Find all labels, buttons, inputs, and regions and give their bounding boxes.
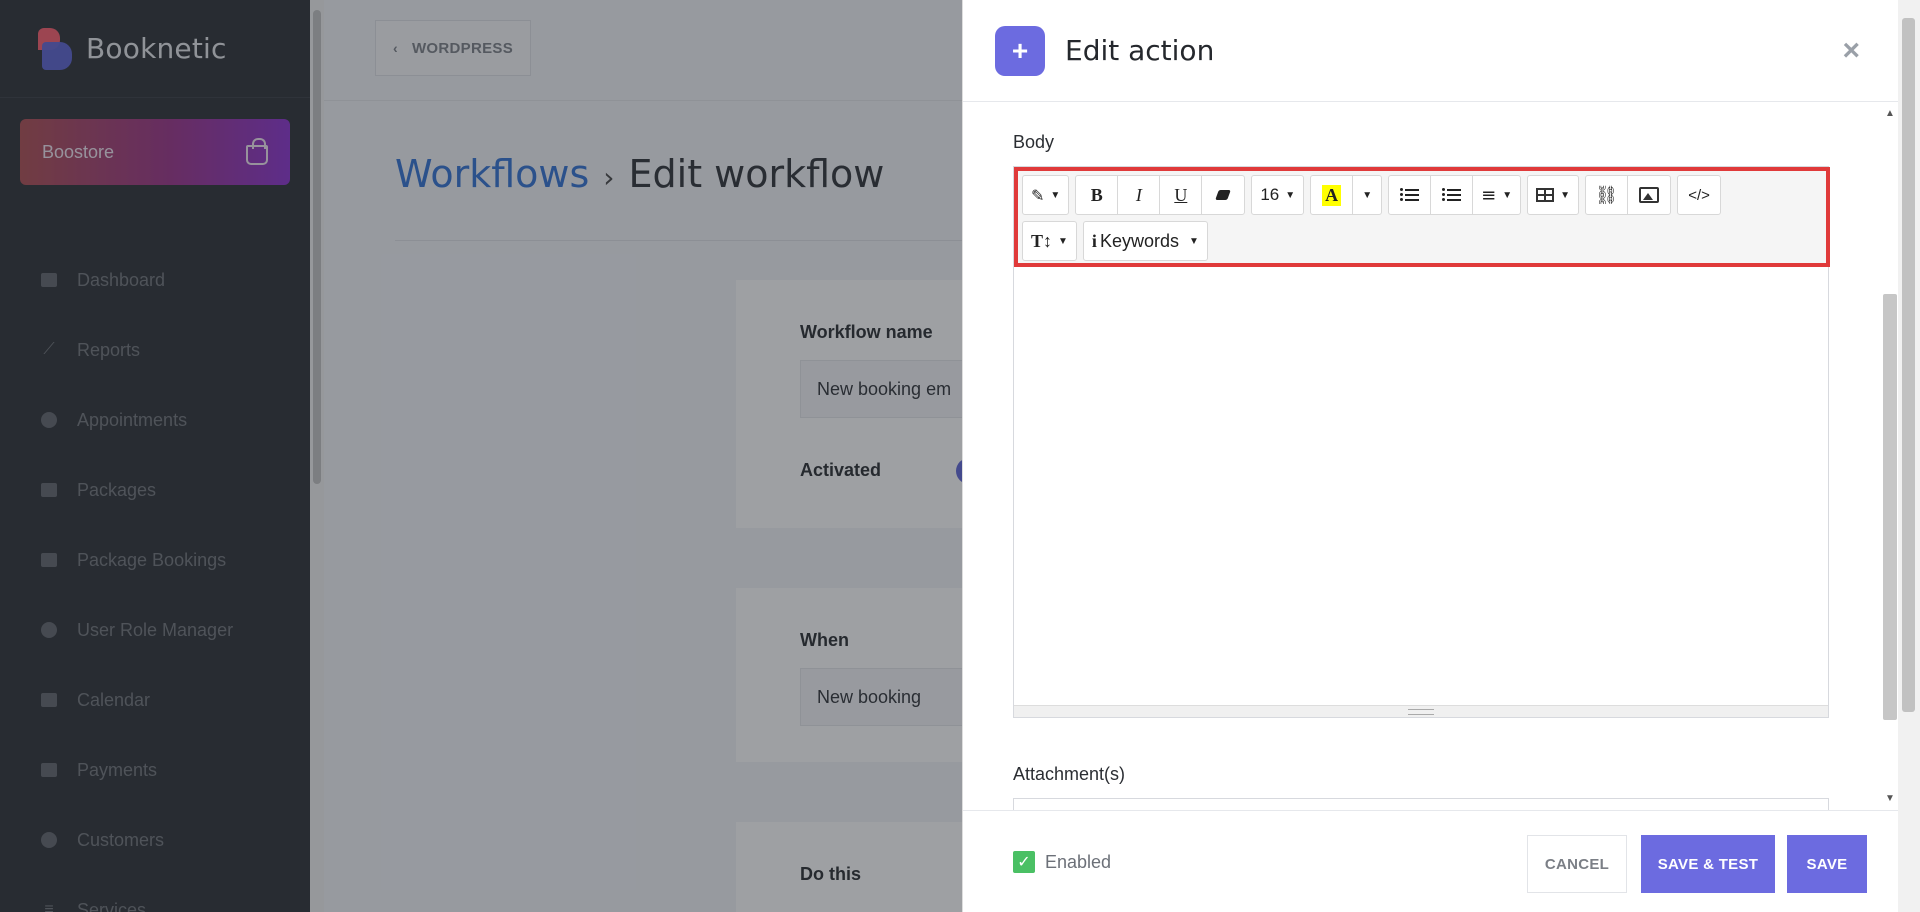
editor-resize-handle[interactable] (1014, 705, 1828, 717)
link-icon: ⛓ (1595, 184, 1618, 206)
keywords-group: i Keywords ▼ (1082, 221, 1208, 261)
underline-icon: U (1174, 184, 1188, 205)
enabled-label: Enabled (1045, 852, 1112, 872)
unordered-list-button[interactable] (1389, 176, 1432, 214)
underline-button[interactable]: U (1160, 176, 1203, 214)
panel-header: + Edit action × (963, 0, 1920, 102)
color-group: A ▼ (1310, 175, 1383, 215)
scrollbar-thumb[interactable] (1902, 18, 1915, 712)
image-button[interactable] (1628, 176, 1670, 214)
panel-title: Edit action (1065, 34, 1215, 67)
align-dropdown[interactable]: ≡ ▼ (1473, 176, 1520, 214)
rich-text-editor: ✎ ▼ B I U 16 ▼ A ▼ ≡ ▼ ▼ ⛓ </> T↕ ▼ i Ke… (1013, 166, 1830, 718)
editor-toolbar: ✎ ▼ B I U 16 ▼ A ▼ ≡ ▼ ▼ ⛓ </> T↕ ▼ i Ke… (1014, 167, 1830, 267)
clear-format-button[interactable] (1202, 176, 1244, 214)
caret-down-icon: ▼ (1058, 235, 1068, 247)
code-group: </> (1677, 175, 1722, 215)
eraser-icon (1215, 190, 1232, 200)
caret-down-icon: ▼ (1285, 189, 1296, 201)
text-height-icon: T↕ (1031, 230, 1053, 251)
enabled-checkbox[interactable]: ✓ (1013, 851, 1035, 873)
table-group: ▼ (1527, 175, 1580, 215)
bullet-list-icon (1399, 186, 1419, 204)
italic-button[interactable]: I (1118, 176, 1161, 214)
scrollbar-thumb[interactable] (1883, 294, 1897, 720)
caret-down-icon: ▼ (1050, 189, 1061, 201)
style-group: ✎ ▼ (1022, 175, 1070, 215)
page-scrollbar[interactable] (1898, 0, 1920, 912)
bold-icon: B (1090, 184, 1103, 205)
code-icon: </> (1688, 186, 1710, 204)
highlight-a-icon: A (1322, 184, 1342, 206)
table-icon (1536, 188, 1555, 202)
save-button[interactable]: SAVE (1787, 835, 1867, 893)
font-size-group: 16 ▼ (1251, 175, 1305, 215)
caret-down-icon: ▼ (1188, 235, 1199, 247)
scroll-down-icon[interactable]: ▼ (1885, 793, 1895, 804)
plus-icon: + (995, 25, 1045, 76)
scroll-up-icon[interactable]: ▲ (1885, 108, 1895, 119)
cancel-button[interactable]: CANCEL (1527, 835, 1627, 893)
insert-group: ⛓ (1585, 175, 1672, 215)
ordered-list-button[interactable] (1431, 176, 1474, 214)
text-height-dropdown[interactable]: T↕ ▼ (1023, 222, 1076, 260)
link-button[interactable]: ⛓ (1586, 176, 1629, 214)
image-icon (1639, 187, 1660, 203)
attachments-label: Attachment(s) (1013, 764, 1126, 784)
body-label: Body (1013, 132, 1055, 152)
attachments-input[interactable] (1013, 798, 1829, 810)
edit-action-panel: + Edit action × Body ✎ ▼ B I U 16 ▼ A ▼ … (962, 0, 1920, 912)
magic-wand-icon: ✎ (1031, 185, 1045, 205)
text-size-group: T↕ ▼ (1022, 221, 1077, 261)
font-size-value: 16 (1260, 185, 1280, 204)
keywords-label: Keywords (1099, 230, 1179, 251)
paragraph-group: ≡ ▼ (1388, 175, 1522, 215)
align-left-icon: ≡ (1481, 184, 1497, 206)
italic-icon: I (1135, 184, 1142, 205)
text-color-button[interactable]: A (1311, 176, 1354, 214)
keywords-dropdown[interactable]: i Keywords ▼ (1084, 222, 1207, 260)
magic-wand-style-button[interactable]: ✎ ▼ (1023, 176, 1068, 214)
check-icon: ✓ (1017, 854, 1031, 871)
save-and-test-button[interactable]: SAVE & TEST (1641, 835, 1775, 893)
caret-down-icon: ▼ (1362, 189, 1373, 201)
caret-down-icon: ▼ (1560, 189, 1571, 201)
caret-down-icon: ▼ (1502, 189, 1513, 201)
color-dropdown[interactable]: ▼ (1353, 176, 1381, 214)
info-icon: i (1091, 230, 1097, 251)
numbered-list-icon (1441, 186, 1461, 204)
bold-button[interactable]: B (1076, 176, 1119, 214)
format-group: B I U (1075, 175, 1246, 215)
table-dropdown[interactable]: ▼ (1528, 176, 1578, 214)
code-view-button[interactable]: </> (1678, 176, 1720, 214)
panel-scrollbar[interactable]: ▲ ▼ (1880, 102, 1900, 808)
font-size-dropdown[interactable]: 16 ▼ (1252, 176, 1303, 214)
close-icon[interactable]: × (1842, 34, 1860, 68)
panel-footer: ✓ Enabled CANCEL SAVE & TEST SAVE (963, 810, 1920, 912)
editor-content-area[interactable] (1014, 267, 1828, 707)
